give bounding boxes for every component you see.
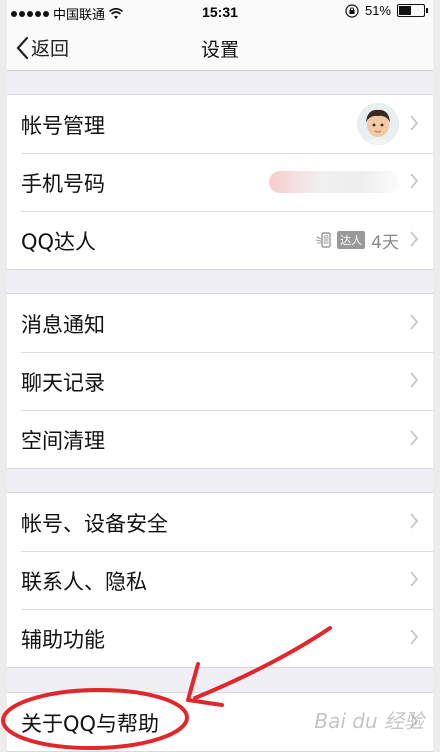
- daren-badge: 达人: [315, 231, 366, 249]
- row-label: 帐号、设备安全: [21, 512, 168, 536]
- battery-icon: [397, 4, 428, 17]
- chevron-right-icon: [410, 314, 419, 330]
- row-label: 联系人、隐私: [21, 570, 147, 594]
- battery-percent: 51%: [364, 3, 391, 18]
- settings-row-notifications[interactable]: 消息通知: [7, 294, 433, 352]
- page-title: 设置: [200, 39, 239, 61]
- screenshot-frame-right: [433, 0, 440, 752]
- settings-group-security: 帐号、设备安全 联系人、隐私 辅助功能: [7, 492, 433, 668]
- chevron-right-icon: [410, 430, 419, 446]
- navigation-bar: 返回 设置: [7, 24, 433, 71]
- row-accessory: 达人 4天: [315, 211, 399, 269]
- settings-row-chat-history[interactable]: 聊天记录: [7, 352, 433, 410]
- chevron-right-icon: [410, 372, 419, 388]
- chevron-right-icon: [410, 629, 419, 645]
- avatar: [357, 103, 399, 145]
- chevron-right-icon: [410, 115, 419, 131]
- status-right: 51%: [345, 3, 428, 18]
- row-label: 手机号码: [21, 172, 105, 196]
- settings-group-general: 消息通知 聊天记录 空间清理: [7, 293, 433, 469]
- settings-row-account-device-security[interactable]: 帐号、设备安全: [7, 493, 433, 551]
- settings-row-storage-cleanup[interactable]: 空间清理: [7, 410, 433, 468]
- chevron-right-icon: [410, 513, 419, 529]
- settings-group-account: 帐号管理 手机号码 QQ达人 达人 4天: [7, 94, 433, 270]
- row-label: 辅助功能: [21, 628, 105, 652]
- row-label: 关于QQ与帮助: [21, 712, 160, 736]
- watermark: Bai du 经验: [314, 709, 424, 733]
- winged-phone-icon: [316, 232, 331, 248]
- row-accessory: [269, 153, 399, 211]
- settings-row-account-management[interactable]: 帐号管理: [7, 95, 433, 153]
- chevron-right-icon: [410, 571, 419, 587]
- blurred-phone-number: [269, 171, 399, 193]
- chevron-right-icon: [410, 231, 419, 247]
- settings-row-accessibility[interactable]: 辅助功能: [7, 609, 433, 667]
- row-label: 空间清理: [21, 429, 105, 453]
- settings-row-phone-number[interactable]: 手机号码: [7, 153, 433, 211]
- rotation-lock-icon: [345, 3, 359, 18]
- row-label: QQ达人: [21, 230, 97, 254]
- row-label: 聊天记录: [21, 371, 105, 395]
- settings-row-contacts-privacy[interactable]: 联系人、隐私: [7, 551, 433, 609]
- status-bar: 中国联通 15:31 51%: [7, 0, 433, 24]
- row-accessory: [357, 95, 399, 153]
- settings-row-qq-daren[interactable]: QQ达人 达人 4天: [7, 211, 433, 269]
- daren-badge-label: 达人: [337, 231, 366, 249]
- battery-level: [399, 6, 412, 15]
- row-label: 消息通知: [21, 313, 105, 337]
- row-label: 帐号管理: [21, 114, 105, 138]
- screenshot-frame-left: [0, 0, 7, 752]
- chevron-right-icon: [410, 173, 419, 189]
- daren-days: 4天: [371, 232, 399, 253]
- settings-screen: 中国联通 15:31 51% 返回 设置 帐号管理 手机号码 QQ达人 达人 4…: [7, 0, 433, 752]
